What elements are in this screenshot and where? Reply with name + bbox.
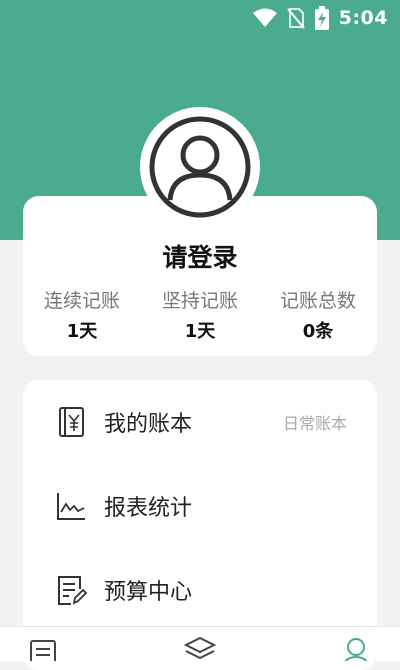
- stat-total: 记账总数 0条: [259, 286, 377, 343]
- login-prompt[interactable]: 请登录: [23, 238, 377, 274]
- menu-item-report[interactable]: 报表统计: [23, 476, 377, 536]
- no-sim-icon: [286, 7, 305, 29]
- budget-icon: [55, 574, 88, 606]
- stat-value: 1天: [184, 321, 216, 342]
- stat-persist: 坚持记账 1天: [141, 286, 259, 343]
- profile-icon[interactable]: [340, 635, 372, 661]
- ledger-icon: [55, 406, 87, 438]
- status-time: 5:04: [338, 7, 388, 29]
- stat-value: 0条: [302, 321, 334, 342]
- bottom-nav: [0, 626, 400, 661]
- avatar[interactable]: [140, 107, 260, 227]
- menu-item-budget[interactable]: 预算中心: [23, 560, 377, 620]
- battery-charging-icon: [314, 6, 329, 30]
- stat-label: 连续记账: [43, 290, 120, 312]
- stat-label: 坚持记账: [161, 290, 238, 312]
- current-ledger-name: 日常账本: [282, 414, 347, 433]
- menu-item-label: 我的账本: [104, 412, 193, 437]
- list-icon[interactable]: [28, 635, 60, 661]
- layers-icon[interactable]: [183, 635, 217, 661]
- menu-item-ledger[interactable]: 我的账本 日常账本: [23, 392, 377, 452]
- wifi-icon: [252, 8, 277, 28]
- menu-item-label: 报表统计: [104, 496, 193, 521]
- stat-consecutive: 连续记账 1天: [23, 286, 141, 343]
- stats-row: 连续记账 1天 坚持记账 1天 记账总数 0条: [23, 286, 377, 343]
- menu-item-label: 预算中心: [104, 580, 193, 605]
- stat-label: 记账总数: [279, 290, 356, 312]
- user-avatar-icon: [148, 115, 252, 219]
- chart-icon: [55, 490, 87, 522]
- status-bar: 5:04: [0, 0, 400, 36]
- stat-value: 1天: [66, 321, 98, 342]
